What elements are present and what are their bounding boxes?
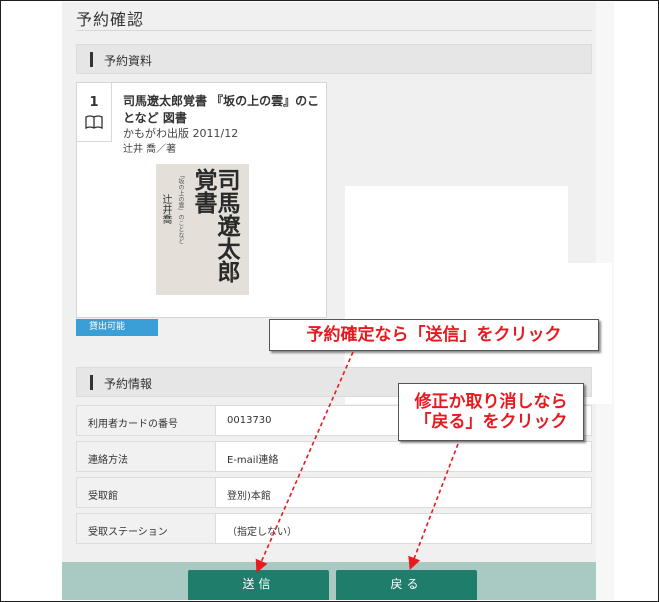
annotation-arrows (255, 351, 459, 573)
arrow-to-submit (255, 351, 354, 573)
arrow-to-back (408, 443, 459, 570)
